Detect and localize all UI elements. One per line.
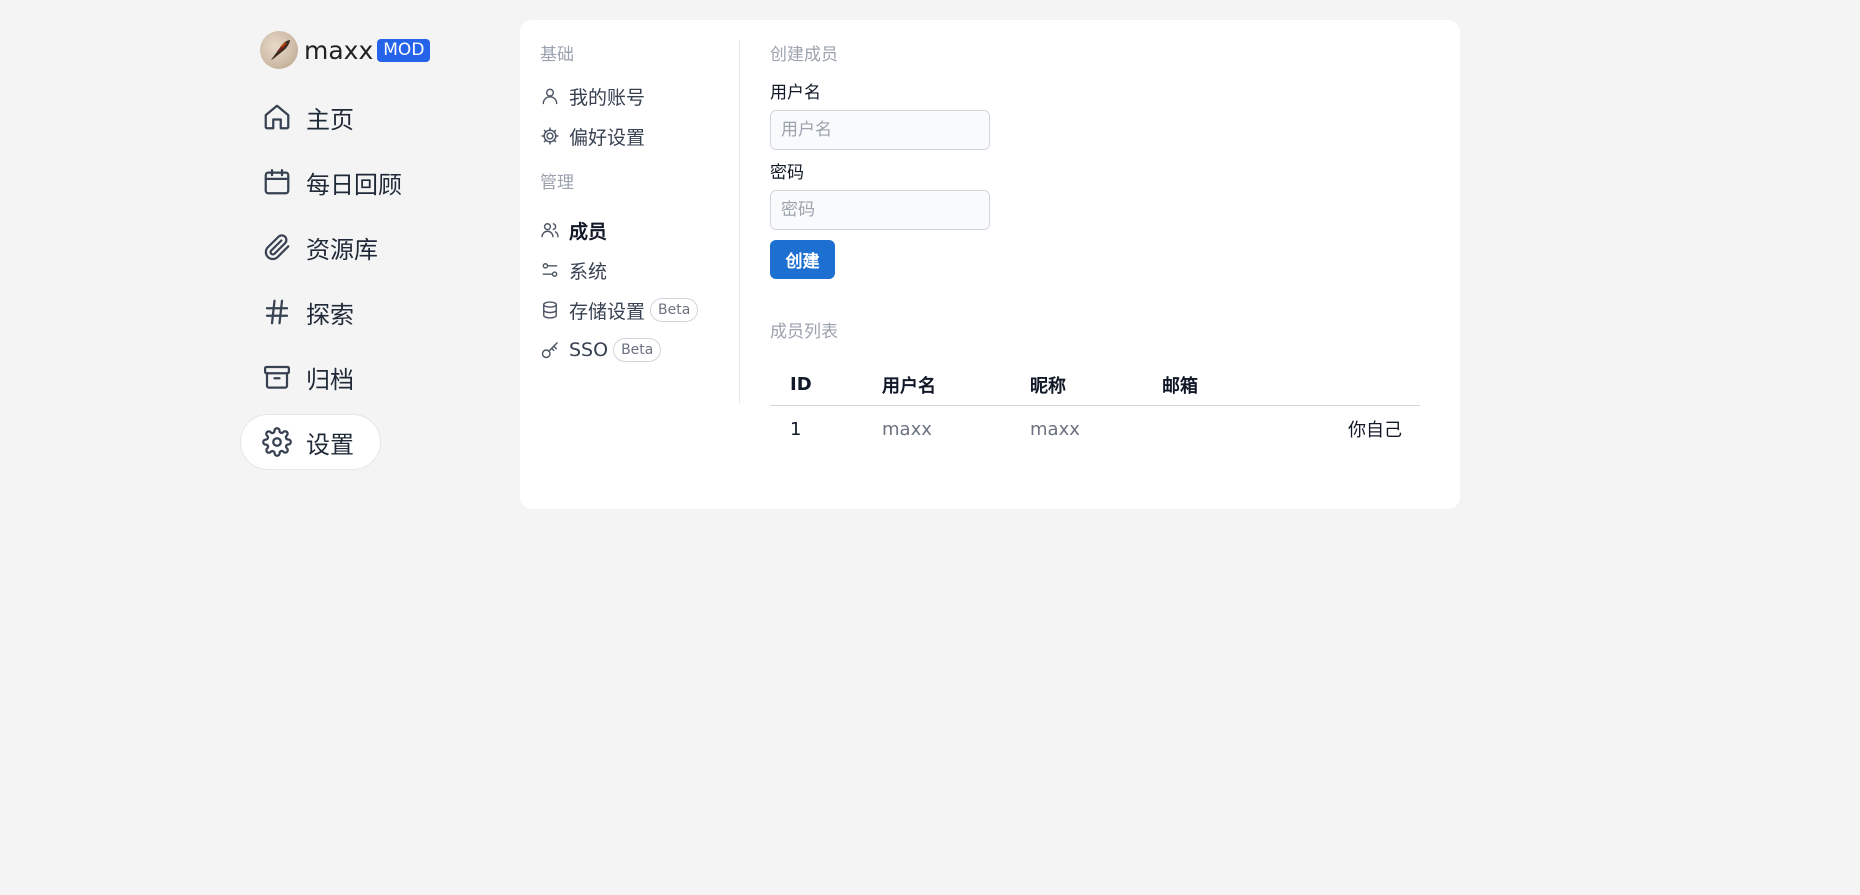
settings-item-label: 偏好设置 <box>569 126 646 149</box>
members-panel: 创建成员 用户名 密码 创建 成员列表 ID 用户名 昵称 邮箱 1 maxx <box>770 40 1430 453</box>
settings-item-label: 成员 <box>569 220 608 243</box>
cell-username: maxx <box>882 418 932 440</box>
calendar-icon <box>264 169 290 195</box>
create-member-button[interactable]: 创建 <box>770 240 835 279</box>
password-label: 密码 <box>770 163 804 183</box>
settings-card: 基础 我的账号 偏好设置 管理 成员 系统 存储设置 Beta SSO Beta <box>520 20 1460 509</box>
table-row: 1 maxx maxx 你自己 <box>770 405 1420 453</box>
cell-email <box>1162 405 1248 453</box>
settings-item-label: 存储设置 <box>569 300 646 323</box>
hash-icon <box>265 299 289 325</box>
cog-icon <box>541 127 559 145</box>
member-list-title: 成员列表 <box>770 322 838 342</box>
sliders-icon <box>542 263 558 277</box>
column-header-nickname: 昵称 <box>1030 365 1162 406</box>
username: maxx <box>304 35 374 65</box>
username-input[interactable] <box>770 110 990 150</box>
key-icon <box>541 342 558 359</box>
section-title-basic: 基础 <box>540 45 574 65</box>
nav-item-archive[interactable]: 归档 <box>240 349 380 405</box>
cell-id: 1 <box>790 418 802 440</box>
settings-item-label: SSO <box>569 339 609 361</box>
nav-item-resources[interactable]: 资源库 <box>240 219 404 275</box>
user-icon <box>542 88 558 105</box>
settings-item-my-account[interactable]: 我的账号 <box>520 76 739 116</box>
nav-item-label: 每日回顾 <box>306 170 402 199</box>
paperclip-icon <box>264 234 290 261</box>
settings-item-system[interactable]: 系统 <box>520 250 739 290</box>
nav-item-home[interactable]: 主页 <box>240 89 380 145</box>
column-header-email: 邮箱 <box>1162 365 1248 406</box>
create-member-title: 创建成员 <box>770 45 838 65</box>
settings-sidebar: 基础 我的账号 偏好设置 管理 成员 系统 存储设置 Beta SSO Beta <box>520 40 740 403</box>
nav-item-settings[interactable]: 设置 <box>240 414 381 470</box>
settings-item-label: 我的账号 <box>569 86 646 109</box>
feather-avatar-icon <box>271 40 290 60</box>
beta-badge: Beta <box>613 338 662 362</box>
nav-item-explore[interactable]: 探索 <box>240 284 380 340</box>
column-header-actions <box>1248 365 1420 406</box>
column-header-id: ID <box>770 365 882 406</box>
main-nav: maxx MOD 主页 每日回顾 资源库 探索 归档 设置 <box>240 20 500 470</box>
nav-item-label: 主页 <box>306 105 354 134</box>
section-title-admin: 管理 <box>540 173 574 193</box>
settings-item-members[interactable]: 成员 <box>520 210 739 250</box>
nav-item-label: 资源库 <box>306 235 378 264</box>
cell-nickname: maxx <box>1030 418 1080 440</box>
username-label: 用户名 <box>770 83 821 103</box>
password-input[interactable] <box>770 190 990 230</box>
column-header-username: 用户名 <box>882 365 1030 406</box>
member-table: ID 用户名 昵称 邮箱 1 maxx maxx 你自己 <box>770 365 1420 453</box>
nav-item-label: 探索 <box>306 300 354 329</box>
settings-item-storage[interactable]: 存储设置 Beta <box>520 290 739 330</box>
nav-item-label: 归档 <box>306 365 354 394</box>
user-banner[interactable]: maxx MOD <box>240 20 500 80</box>
users-icon <box>541 223 559 238</box>
nav-item-label: 设置 <box>306 430 354 459</box>
archive-icon <box>264 365 290 389</box>
settings-item-label: 系统 <box>569 260 608 283</box>
role-badge: MOD <box>377 38 431 62</box>
cell-self-note: 你自己 <box>1348 420 1402 442</box>
database-icon <box>543 301 557 319</box>
beta-badge: Beta <box>650 298 699 322</box>
home-icon <box>264 104 290 130</box>
avatar[interactable] <box>260 31 298 69</box>
table-header-row: ID 用户名 昵称 邮箱 <box>770 365 1420 406</box>
gear-icon <box>262 427 292 457</box>
settings-item-preferences[interactable]: 偏好设置 <box>520 116 739 156</box>
nav-item-daily-review[interactable]: 每日回顾 <box>240 154 428 210</box>
settings-item-sso[interactable]: SSO Beta <box>520 330 739 370</box>
